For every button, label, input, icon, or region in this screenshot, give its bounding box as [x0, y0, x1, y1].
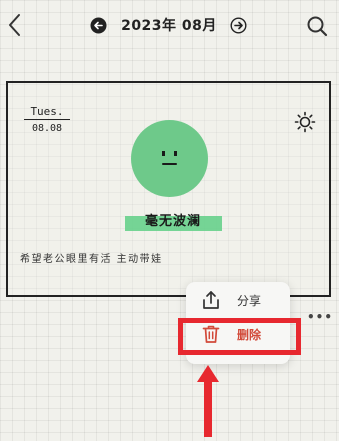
entry-text: 希望老公眼里有活 主动带娃 [20, 254, 163, 265]
month-title: 2023年 08月 [121, 18, 217, 34]
next-month-icon[interactable] [230, 17, 247, 34]
diary-entry-card[interactable]: Tues. 08.08 毫无波澜 希望老公眼里有活 主动带娃 [6, 81, 331, 297]
prev-month-icon[interactable] [90, 17, 107, 34]
mood-label: 毫无波澜 [144, 214, 201, 229]
up-arrow-icon [195, 362, 221, 437]
top-bar: 2023年 08月 [0, 0, 339, 52]
annotation-highlight-box [178, 318, 301, 355]
entry-weekday: Tues. [30, 105, 64, 118]
back-icon[interactable] [4, 12, 26, 38]
date-divider [24, 119, 70, 120]
more-dots-icon[interactable]: ••• [307, 310, 333, 324]
neutral-face-icon [131, 120, 208, 197]
menu-item-share[interactable]: 分享 [186, 285, 290, 315]
search-icon[interactable] [306, 15, 328, 37]
share-icon [201, 290, 221, 310]
entry-date: 08.08 [31, 123, 63, 134]
sun-icon [294, 111, 316, 133]
menu-item-share-label: 分享 [237, 294, 262, 308]
